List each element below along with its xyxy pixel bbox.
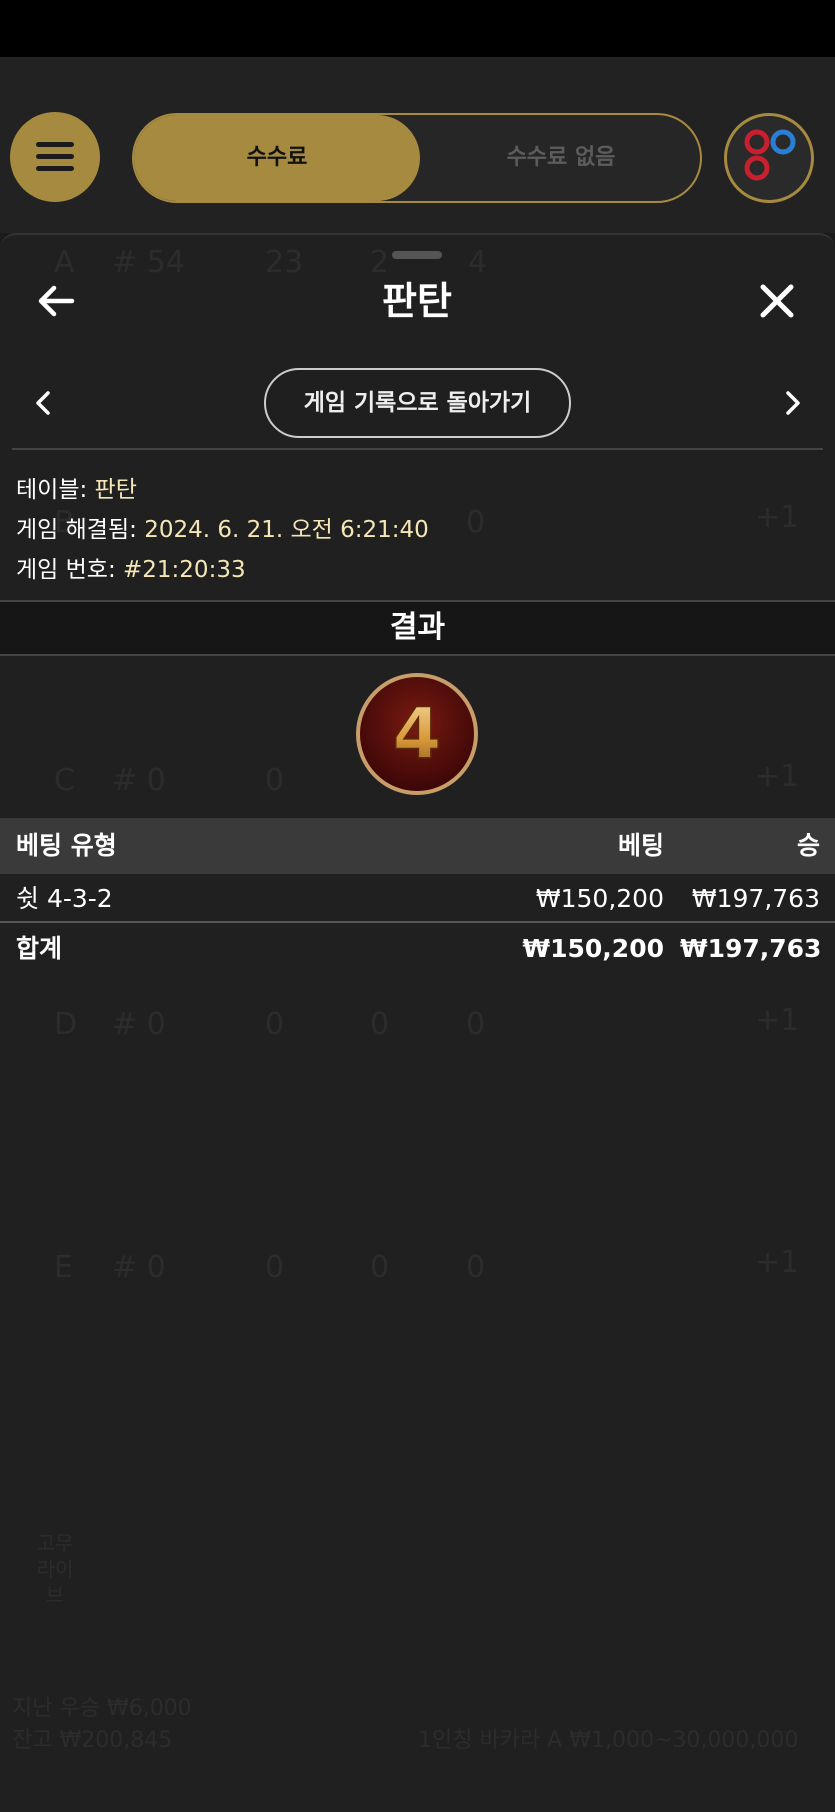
previous-game-button[interactable] xyxy=(14,373,74,433)
header-bet-type: 베팅 유형 xyxy=(16,831,117,860)
header-win: 승 xyxy=(796,831,820,860)
total-label: 합계 xyxy=(16,934,63,963)
resolved-value: 2024. 6. 21. 오전 6:21:40 xyxy=(144,517,429,543)
back-arrow-button[interactable] xyxy=(28,271,88,331)
bet-table-header: 베팅 유형 베팅 승 xyxy=(0,818,835,874)
row-win-amount: ₩197,763 xyxy=(691,884,820,913)
bg-last-win: 지난 우승 ₩6,000 xyxy=(12,1696,192,1721)
chevron-right-icon xyxy=(786,391,800,415)
row-bet-amount: ₩150,200 xyxy=(535,884,664,913)
menu-button[interactable] xyxy=(10,112,100,202)
header-divider xyxy=(12,448,823,450)
bg-stat-b: 0 xyxy=(466,505,486,540)
rings-logo-icon xyxy=(744,129,796,181)
next-game-button[interactable] xyxy=(762,373,822,433)
bg-stat-d1: 0 xyxy=(265,1007,285,1042)
total-win-amount: ₩197,763 xyxy=(680,934,822,963)
bg-live-button: 고무 라이브 xyxy=(36,1531,74,1607)
bg-stat-d2: 0 xyxy=(370,1007,390,1042)
bg-row-label-c: C xyxy=(54,763,75,798)
bg-plus-e: +1 xyxy=(755,1245,800,1280)
table-value: 판탄 xyxy=(94,477,137,503)
result-number: 4 xyxy=(393,693,442,775)
result-ball-icon: 4 xyxy=(356,673,478,795)
toggle-no-commission[interactable]: 수수료 없음 xyxy=(420,115,702,201)
table-row: 쉿 4-3-2 ₩150,200 ₩197,763 xyxy=(0,875,835,923)
close-icon xyxy=(760,284,794,318)
header-bet: 베팅 xyxy=(617,831,664,860)
drag-handle[interactable] xyxy=(392,251,442,259)
bg-plus-c: +1 xyxy=(755,759,800,794)
bg-stat-d3: 0 xyxy=(466,1007,486,1042)
result-heading: 결과 xyxy=(0,600,835,656)
total-bet-amount: ₩150,200 xyxy=(522,934,664,963)
table-divider xyxy=(0,921,835,923)
bg-stat-e2: 0 xyxy=(370,1250,390,1285)
bg-stat-e1: 0 xyxy=(265,1250,285,1285)
arrow-left-icon xyxy=(38,285,75,317)
bg-balance: 잔고 ₩200,845 xyxy=(12,1728,173,1753)
bg-table-limits: 1인칭 바카라 A ₩1,000~30,000,000 xyxy=(418,1728,799,1753)
close-button[interactable] xyxy=(747,271,807,331)
bg-stat-c1: 0 xyxy=(265,763,285,798)
back-to-history-button[interactable]: 게임 기록으로 돌아가기 xyxy=(264,368,571,438)
game-number-label: 게임 번호: xyxy=(16,557,116,583)
row-bet-type: 쉿 4-3-2 xyxy=(16,884,113,913)
bg-count-a: # 54 xyxy=(112,245,185,280)
result-ball: 4 xyxy=(355,672,479,796)
bg-count-e: # 0 xyxy=(112,1250,166,1285)
bg-count-d: # 0 xyxy=(112,1007,166,1042)
total-row: 합계 ₩150,200 ₩197,763 xyxy=(0,925,835,973)
panel-title: 판탄 xyxy=(382,279,452,323)
table-info: 테이블: 판탄 xyxy=(16,470,137,504)
resolved-info: 게임 해결됨: 2024. 6. 21. 오전 6:21:40 xyxy=(16,510,429,544)
resolved-label: 게임 해결됨: xyxy=(16,517,137,543)
game-number-value: #21:20:33 xyxy=(123,557,246,583)
table-label: 테이블: xyxy=(16,477,88,503)
chevron-left-icon xyxy=(36,391,50,415)
toggle-commission[interactable]: 수수료 xyxy=(134,115,420,201)
bg-plus-b: +1 xyxy=(755,500,800,535)
status-bar xyxy=(0,0,835,57)
bg-plus-d: +1 xyxy=(755,1003,800,1038)
game-logo-button[interactable] xyxy=(724,113,814,203)
bg-row-label-e: E xyxy=(54,1250,73,1285)
bg-stat-e3: 0 xyxy=(466,1250,486,1285)
game-number-info: 게임 번호: #21:20:33 xyxy=(16,550,246,584)
bg-row-label-d: D xyxy=(54,1007,78,1042)
bg-count-c: # 0 xyxy=(112,763,166,798)
game-details-panel: A # 54 23 2 4 B 0 +1 C # 0 0 +1 D # 0 0 … xyxy=(0,233,835,1812)
commission-toggle[interactable]: 수수료 수수료 없음 xyxy=(132,113,702,203)
